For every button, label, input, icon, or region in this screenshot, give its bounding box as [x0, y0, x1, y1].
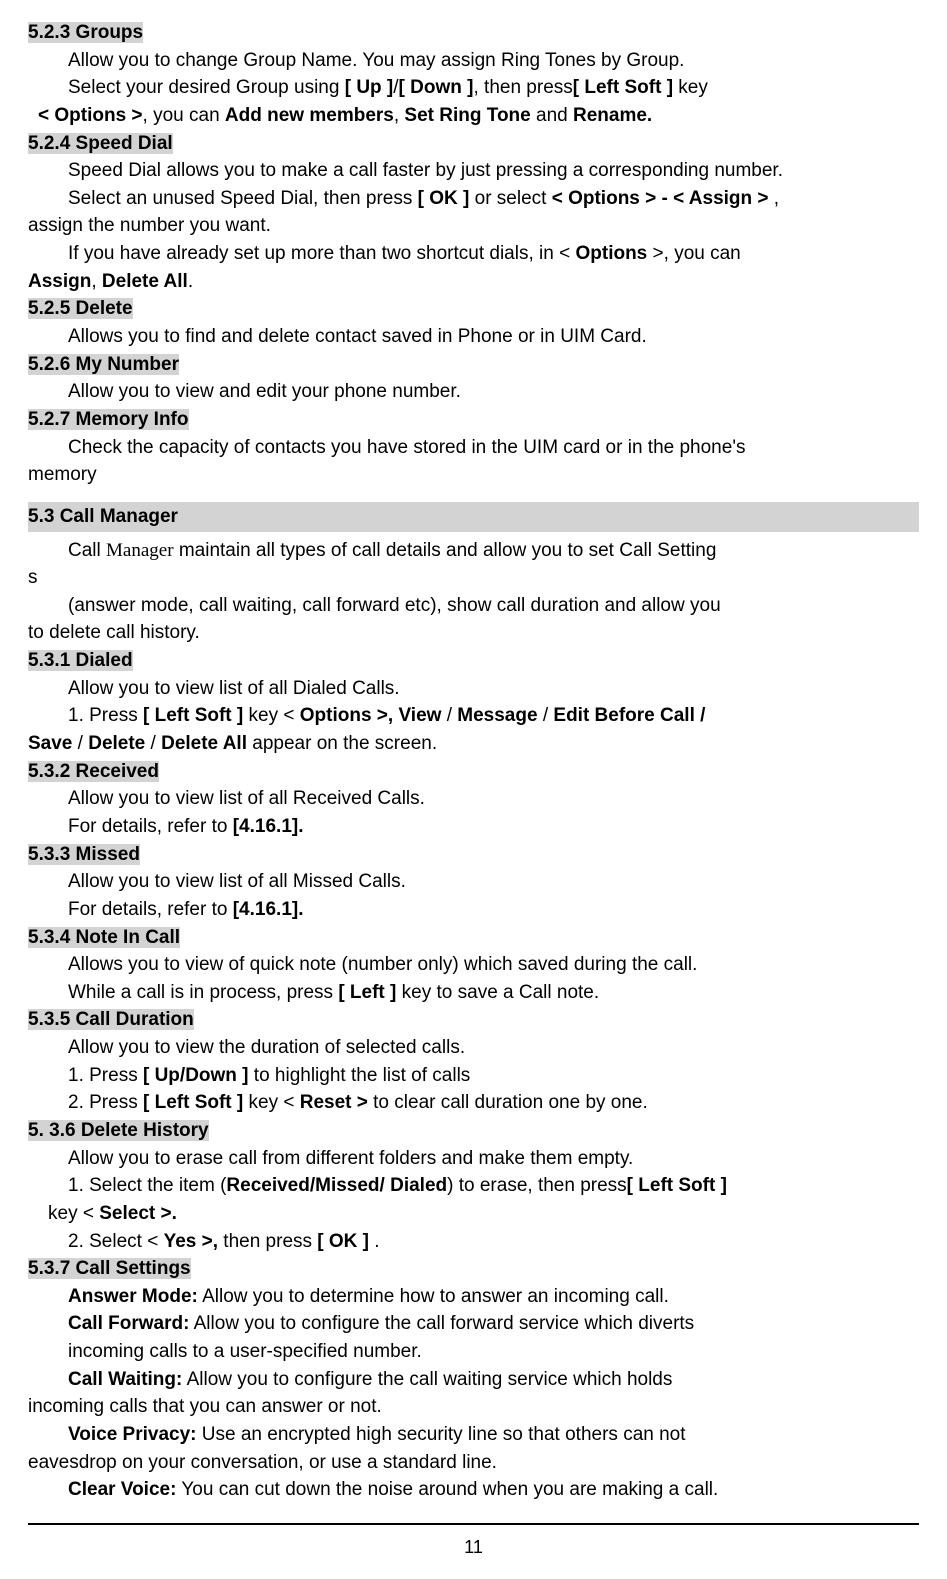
heading-523: 5.2.3 Groups [28, 22, 143, 43]
body-text: Allow you to view and edit your phone nu… [28, 379, 919, 405]
body-text: s [28, 565, 919, 591]
body-text: < Options >, you can Add new members, Se… [28, 103, 919, 129]
body-text: assign the number you want. [28, 213, 919, 239]
body-text: Call Manager maintain all types of call … [28, 538, 919, 564]
body-text: Call Waiting: Allow you to configure the… [28, 1367, 919, 1393]
heading-531: 5.3.1 Dialed [28, 650, 133, 671]
body-text: 1. Press [ Left Soft ] key < Options >, … [28, 703, 919, 729]
body-text: incoming calls to a user-specified numbe… [28, 1339, 919, 1365]
heading-535: 5.3.5 Call Duration [28, 1009, 194, 1030]
body-text: Answer Mode: Allow you to determine how … [28, 1284, 919, 1310]
heading-527: 5.2.7 Memory Info [28, 409, 189, 430]
body-text: (answer mode, call waiting, call forward… [28, 593, 919, 619]
heading-536: 5. 3.6 Delete History [28, 1120, 209, 1141]
body-text: Speed Dial allows you to make a call fas… [28, 158, 919, 184]
body-text: eavesdrop on your conversation, or use a… [28, 1450, 919, 1476]
body-text: Check the capacity of contacts you have … [28, 435, 919, 461]
body-text: key < Select >. [28, 1201, 919, 1227]
body-text: If you have already set up more than two… [28, 241, 919, 267]
body-text: Select an unused Speed Dial, then press … [28, 186, 919, 212]
body-text: Assign, Delete All. [28, 269, 919, 295]
heading-534: 5.3.4 Note In Call [28, 927, 180, 948]
body-text: Save / Delete / Delete All appear on the… [28, 731, 919, 757]
body-text: memory [28, 462, 919, 488]
body-text: to delete call history. [28, 620, 919, 646]
body-text: Allow you to erase call from different f… [28, 1146, 919, 1172]
body-text: Allow you to change Group Name. You may … [28, 48, 919, 74]
page-number: 11 [28, 1535, 919, 1559]
heading-533: 5.3.3 Missed [28, 844, 140, 865]
body-text: 2. Press [ Left Soft ] key < Reset > to … [28, 1090, 919, 1116]
body-text: For details, refer to [4.16.1]. [28, 814, 919, 840]
body-text: For details, refer to [4.16.1]. [28, 897, 919, 923]
heading-53: 5.3 Call Manager [28, 502, 919, 532]
body-text: Allow you to view list of all Received C… [28, 786, 919, 812]
body-text: Allow you to view the duration of select… [28, 1035, 919, 1061]
body-text: Call Forward: Allow you to configure the… [28, 1311, 919, 1337]
heading-537: 5.3.7 Call Settings [28, 1258, 191, 1279]
body-text: 2. Select < Yes >, then press [ OK ] . [28, 1229, 919, 1255]
body-text: 1. Select the item (Received/Missed/ Dia… [28, 1173, 919, 1199]
body-text: 1. Press [ Up/Down ] to highlight the li… [28, 1063, 919, 1089]
body-text: Allows you to find and delete contact sa… [28, 324, 919, 350]
body-text: Select your desired Group using [ Up ]/[… [28, 75, 919, 101]
body-text: Clear Voice: You can cut down the noise … [28, 1477, 919, 1503]
body-text: incoming calls that you can answer or no… [28, 1394, 919, 1420]
body-text: Allow you to view list of all Missed Cal… [28, 869, 919, 895]
body-text: While a call is in process, press [ Left… [28, 980, 919, 1006]
footer-rule [28, 1523, 919, 1525]
heading-526: 5.2.6 My Number [28, 354, 179, 375]
body-text: Allows you to view of quick note (number… [28, 952, 919, 978]
heading-532: 5.3.2 Received [28, 761, 159, 782]
heading-524: 5.2.4 Speed Dial [28, 133, 173, 154]
body-text: Allow you to view list of all Dialed Cal… [28, 676, 919, 702]
heading-525: 5.2.5 Delete [28, 298, 133, 319]
body-text: Voice Privacy: Use an encrypted high sec… [28, 1422, 919, 1448]
